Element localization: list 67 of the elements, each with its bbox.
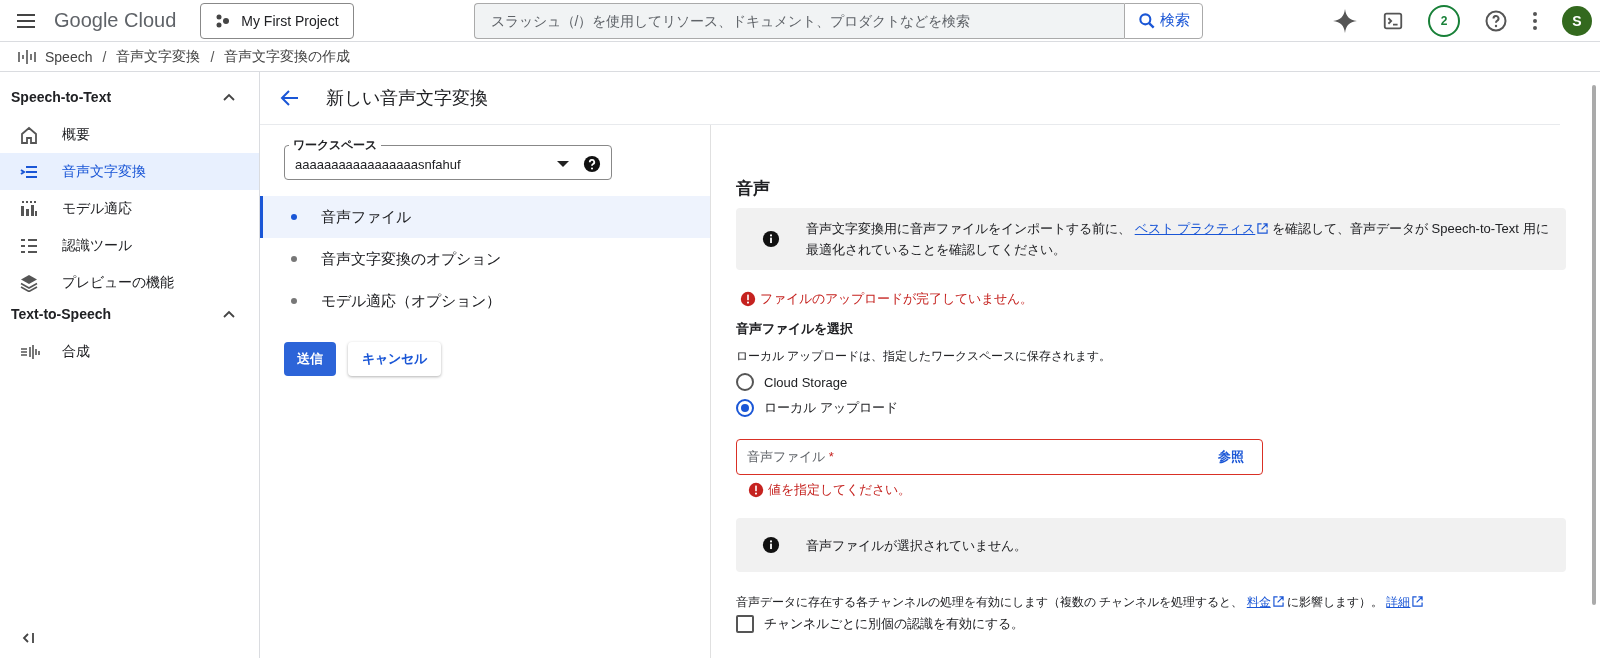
product-logo[interactable]: Google Cloud: [54, 9, 177, 32]
submit-button[interactable]: 送信: [284, 342, 336, 376]
workspace-dropdown[interactable]: ワークスペース aaaaaaaaaaaaaaaaasnfahuf: [284, 138, 612, 180]
search-icon: [1136, 10, 1157, 31]
dropdown-arrow-icon: [557, 160, 569, 167]
notification-count[interactable]: 2: [1428, 4, 1460, 37]
help-icon[interactable]: [583, 154, 601, 173]
channel-checkbox[interactable]: チャンネルごとに別個の認識を有効にする。: [736, 615, 1567, 633]
browse-button[interactable]: 参照: [1214, 444, 1249, 470]
search-button[interactable]: 検索: [1123, 2, 1203, 39]
radio-option[interactable]: ローカル アップロード: [736, 395, 1567, 421]
field-value: aaaaaaaaaaaaaaaaasnfahuf: [295, 156, 462, 172]
best-practices-link[interactable]: ベスト プラクティス: [1134, 221, 1269, 236]
info-text: 音声ファイルが選択されていません。: [806, 536, 1028, 555]
breadcrumb-link[interactable]: 音声文字変換: [116, 47, 201, 66]
collapse-icon[interactable]: [22, 632, 36, 644]
list-icon: [20, 164, 38, 179]
error-message: ファイルのアップロードが完了していません。: [760, 290, 1034, 308]
page-title: 新しい音声文字変換: [326, 87, 488, 110]
layers-icon: [20, 273, 38, 292]
details-link[interactable]: 詳細: [1386, 595, 1424, 609]
section-header[interactable]: Speech-to-Text: [0, 84, 259, 110]
audio-bars-icon: [17, 48, 37, 65]
external-link-icon: [1257, 223, 1269, 234]
info-icon: [762, 230, 781, 248]
section-header[interactable]: Text-to-Speech: [0, 301, 259, 327]
info-text: 音声文字変換用に音声ファイルをインポートする前に、 ベスト プラクティス を確認して、音声データが Speech-to-Text 用に最適化されていることを確認してください。: [806, 220, 1550, 259]
scrollbar[interactable]: [1592, 85, 1596, 605]
hint-text: ローカル アップロードは、指定したワークスペースに保存されます。: [736, 348, 1113, 365]
error-message: 値を指定してください。: [768, 481, 912, 499]
breadcrumb-link[interactable]: 音声文字変換の作成: [224, 47, 351, 66]
channel-description: 音声データに存在する各チャンネルの処理を有効にします（複数の チャンネルを処理すると、 料金 に影響します）。 詳細: [736, 594, 1567, 611]
subheading: 音声ファイルを選択: [736, 320, 855, 338]
section-heading: 音声: [736, 178, 772, 200]
field-label: ワークスペース: [292, 138, 378, 152]
step-item[interactable]: 音声ファイル: [260, 196, 711, 238]
home-icon: [20, 125, 38, 144]
breadcrumb-separator: /: [210, 48, 215, 65]
info-icon: [762, 536, 781, 554]
error-icon: [740, 291, 757, 307]
sidebar-item[interactable]: 音声文字変換: [0, 153, 259, 190]
more-icon[interactable]: [1532, 10, 1538, 31]
bar-chart-icon: [20, 200, 38, 217]
external-link-icon: [1272, 596, 1284, 607]
step-item[interactable]: 音声文字変換のオプション: [260, 238, 711, 280]
step-item[interactable]: モデル適応（オプション）: [260, 280, 711, 322]
help-icon[interactable]: [1484, 8, 1508, 33]
search-field[interactable]: スラッシュ（/）を使用してリソース、ドキュメント、プロダクトなどを検索: [473, 2, 1124, 39]
project-picker[interactable]: My First Project: [200, 2, 354, 39]
waveform-icon: [20, 343, 42, 360]
sidebar-item[interactable]: モデル適応: [0, 190, 259, 227]
sidebar-item[interactable]: 概要: [0, 116, 259, 153]
sidebar-item[interactable]: 認識ツール: [0, 227, 259, 264]
pricing-link[interactable]: 料金: [1246, 595, 1284, 609]
radio-option[interactable]: Cloud Storage: [736, 369, 1567, 395]
cancel-button[interactable]: キャンセル: [348, 342, 441, 376]
dots-icon: [215, 12, 232, 29]
breadcrumb-separator: /: [102, 48, 107, 65]
breadcrumb-link[interactable]: Speech: [45, 48, 93, 65]
back-arrow-icon[interactable]: [280, 88, 300, 108]
list-icon: [20, 237, 38, 254]
error-icon: [748, 482, 765, 498]
file-field[interactable]: 音声ファイル * 参照: [736, 439, 1264, 475]
external-link-icon: [1412, 596, 1424, 607]
sidebar-item[interactable]: プレビューの機能: [0, 264, 259, 301]
avatar[interactable]: S: [1562, 5, 1592, 36]
sidebar-item[interactable]: 合成: [0, 333, 259, 370]
